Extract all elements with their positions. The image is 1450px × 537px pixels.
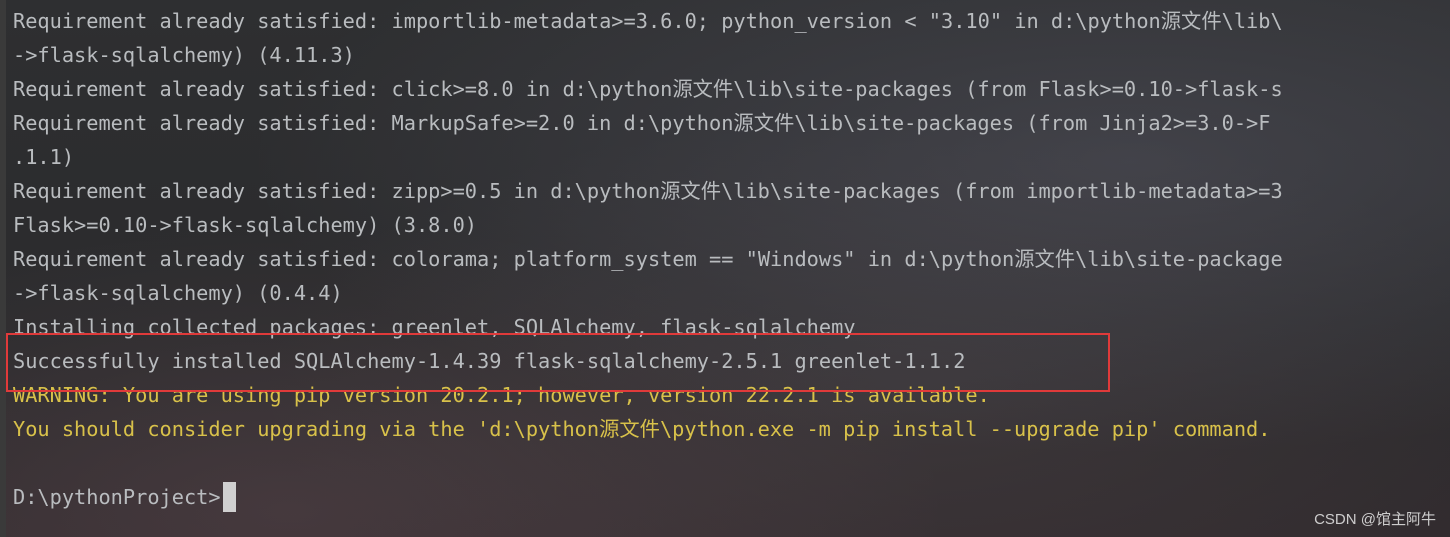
prompt-text: D:\pythonProject> <box>13 485 221 509</box>
output-line: Requirement already satisfied: zipp>=0.5… <box>13 179 1283 203</box>
gutter <box>0 0 6 537</box>
prompt-line[interactable]: D:\pythonProject> <box>13 480 1450 514</box>
output-line: Requirement already satisfied: click>=8.… <box>13 77 1283 101</box>
terminal-output: Requirement already satisfied: importlib… <box>13 4 1450 514</box>
output-line: Requirement already satisfied: colorama;… <box>13 247 1283 271</box>
output-line: Requirement already satisfied: MarkupSaf… <box>13 111 1271 135</box>
watermark: CSDN @馆主阿牛 <box>1314 511 1436 528</box>
terminal-window[interactable]: Requirement already satisfied: importlib… <box>0 0 1450 537</box>
highlight-box <box>6 333 1110 392</box>
warning-line: You should consider upgrading via the 'd… <box>13 417 1271 441</box>
output-line: .1.1) <box>13 145 75 169</box>
text-cursor <box>222 482 236 512</box>
output-line: Requirement already satisfied: importlib… <box>13 9 1283 33</box>
output-line: ->flask-sqlalchemy) (4.11.3) <box>13 43 355 67</box>
output-line: Flask>=0.10->flask-sqlalchemy) (3.8.0) <box>13 213 477 237</box>
output-line: ->flask-sqlalchemy) (0.4.4) <box>13 281 343 305</box>
